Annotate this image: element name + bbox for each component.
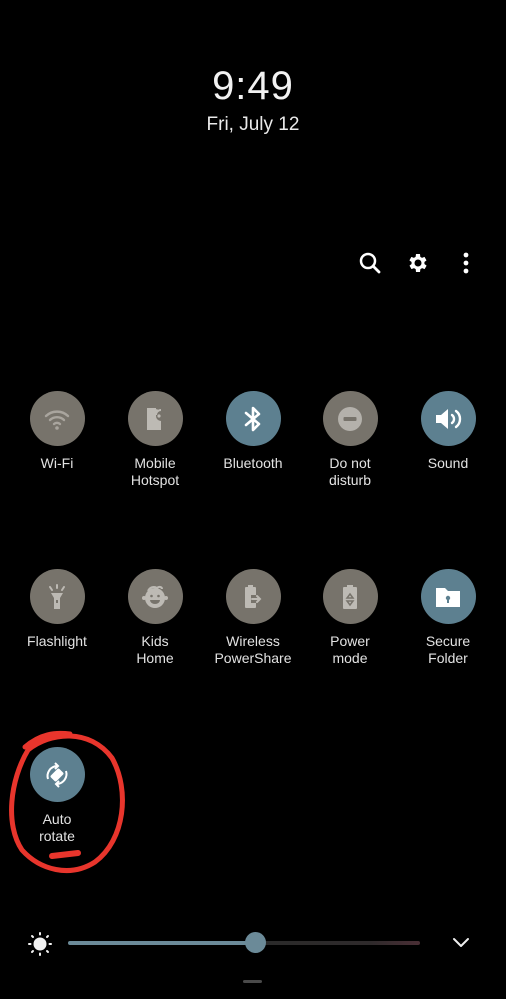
tile-do-not-disturb[interactable]: Do not disturb — [300, 391, 400, 489]
tile-mobile-hotspot[interactable]: Mobile Hotspot — [105, 391, 205, 489]
tile-secure-folder-label: Secure Folder — [425, 633, 471, 666]
tile-wireless-powershare-toggle[interactable] — [225, 569, 281, 624]
more-options-button[interactable] — [451, 248, 481, 278]
tile-mobile-hotspot-toggle[interactable] — [127, 391, 183, 446]
tile-wifi[interactable]: Wi-Fi — [7, 391, 107, 472]
tile-flashlight-label: Flashlight — [27, 633, 87, 649]
tile-secure-folder[interactable]: Secure Folder — [398, 569, 498, 667]
tile-power-mode-toggle[interactable] — [322, 569, 378, 624]
tile-wifi-toggle[interactable] — [29, 391, 85, 446]
date: Fri, July 12 — [206, 114, 300, 135]
tile-flashlight[interactable]: Flashlight — [7, 569, 107, 650]
tile-wireless-powershare[interactable]: Wireless PowerShare — [203, 569, 303, 667]
bluetooth-icon — [244, 406, 261, 431]
tile-wifi-label: Wi-Fi — [40, 455, 74, 471]
tile-auto-rotate-toggle[interactable] — [29, 747, 85, 802]
settings-button[interactable] — [403, 248, 433, 278]
chevron-down-icon[interactable] — [451, 936, 471, 950]
sound-icon — [436, 408, 462, 429]
brightness-slider-remaining — [254, 941, 420, 945]
tile-do-not-disturb-label: Do not disturb — [328, 455, 372, 488]
do-not-disturb-icon — [338, 406, 362, 431]
wifi-icon — [44, 409, 70, 430]
tile-bluetooth-toggle[interactable] — [225, 391, 281, 446]
tile-kids-home-toggle[interactable] — [127, 569, 183, 624]
tile-power-mode-label: Power mode — [330, 633, 370, 666]
tile-auto-rotate[interactable]: Auto rotate — [7, 747, 107, 845]
tile-flashlight-toggle[interactable] — [29, 569, 85, 624]
panel-drag-handle[interactable] — [243, 980, 262, 983]
clock: 9:49 — [212, 64, 294, 108]
tile-kids-home[interactable]: Kids Home — [105, 569, 205, 667]
secure-folder-icon — [436, 587, 460, 607]
tile-do-not-disturb-toggle[interactable] — [322, 391, 378, 446]
kids-home-icon — [142, 585, 168, 608]
tile-kids-home-label: Kids Home — [136, 633, 174, 666]
flashlight-icon — [49, 583, 65, 609]
wireless-powershare-icon — [245, 584, 263, 608]
tile-mobile-hotspot-label: Mobile Hotspot — [130, 455, 180, 488]
gear-icon — [409, 254, 427, 272]
brightness-slider-thumb[interactable] — [244, 932, 266, 953]
tile-secure-folder-toggle[interactable] — [420, 569, 476, 624]
tile-power-mode[interactable]: Power mode — [300, 569, 400, 667]
tile-sound-label: Sound — [427, 455, 469, 471]
tile-wireless-powershare-label: Wireless PowerShare — [214, 633, 292, 666]
more-vertical-icon — [463, 252, 469, 274]
tile-auto-rotate-label: Auto rotate — [39, 811, 75, 844]
tile-sound-toggle[interactable] — [420, 391, 476, 446]
brightness-slider-fill — [68, 941, 255, 945]
auto-rotate-icon — [46, 761, 68, 788]
hotspot-icon — [147, 407, 162, 430]
brightness-slider[interactable] — [68, 932, 420, 953]
power-mode-icon — [343, 584, 357, 609]
tile-bluetooth[interactable]: Bluetooth — [203, 391, 303, 472]
search-button[interactable] — [355, 248, 385, 278]
tile-bluetooth-label: Bluetooth — [223, 455, 283, 471]
search-icon — [359, 252, 381, 274]
tile-sound[interactable]: Sound — [398, 391, 498, 472]
brightness-icon — [28, 932, 52, 956]
